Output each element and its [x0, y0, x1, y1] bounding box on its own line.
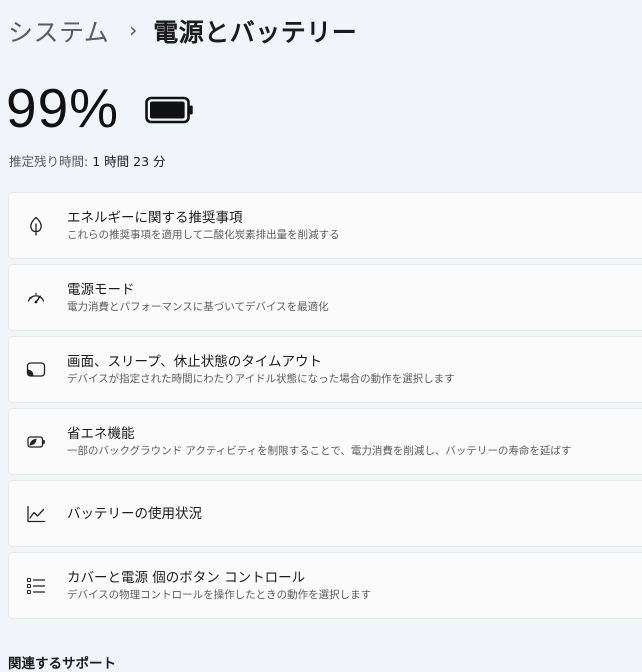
item-title: バッテリーの使用状況: [67, 505, 202, 522]
energy-saver-item[interactable]: 省エネ機能 一部のバックグラウンド アクティビティを制限することで、電力消費を削…: [8, 408, 642, 475]
settings-list: エネルギーに関する推奨事項 これらの推奨事項を適用して二酸化炭素排出量を削減する…: [8, 192, 642, 624]
item-title: エネルギーに関する推奨事項: [67, 209, 243, 226]
screen-sleep-timeout-item[interactable]: 画面、スリープ、休止状態のタイムアウト デバイスが指定された時間にわたりアイドル…: [8, 336, 642, 403]
remaining-value: 1 時間 23 分: [92, 154, 166, 169]
item-subtitle: これらの推奨事項を適用して二酸化炭素排出量を削減する: [67, 228, 340, 241]
item-title: 画面、スリープ、休止状態のタイムアウト: [67, 353, 323, 370]
battery-fill: [150, 101, 185, 119]
battery-status: 99%: [6, 78, 195, 138]
battery-usage-item[interactable]: バッテリーの使用状況: [8, 480, 642, 547]
page-title: 電源とバッテリー: [153, 18, 358, 47]
item-title: 省エネ機能: [67, 425, 135, 442]
screen-sleep-icon: [26, 361, 46, 377]
leaf-icon: [30, 216, 42, 236]
breadcrumb: システム › 電源とバッテリー: [8, 11, 357, 51]
remaining-label: 推定残り時間:: [9, 154, 89, 169]
power-mode-item[interactable]: 電源モード 電力消費とパフォーマンスに基づいてデバイスを最適化: [8, 264, 642, 331]
energy-recommendations-item[interactable]: エネルギーに関する推奨事項 これらの推奨事項を適用して二酸化炭素排出量を削減する: [8, 192, 642, 259]
related-support-heading: 関連するサポート: [8, 656, 116, 672]
breadcrumb-separator-icon: ›: [129, 18, 138, 42]
lid-power-button-controls-item[interactable]: カバーと電源 個のボタン コントロール デバイスの物理コントロールを操作したとき…: [8, 552, 642, 619]
chart-line-icon: [27, 505, 46, 522]
item-title: カバーと電源 個のボタン コントロール: [67, 569, 306, 586]
item-subtitle: 電力消費とパフォーマンスに基づいてデバイスを最適化: [67, 300, 329, 313]
battery-saver-icon: [27, 435, 45, 448]
breadcrumb-parent-system[interactable]: システム: [8, 13, 109, 49]
list-icon: [26, 577, 46, 594]
item-subtitle: 一部のバックグラウンド アクティビティを制限することで、電力消費を削減し、バッテ…: [67, 444, 572, 457]
item-title: 電源モード: [67, 281, 135, 298]
gauge-icon: [27, 292, 45, 303]
battery-icon: [145, 96, 193, 124]
battery-percent: 99%: [6, 77, 120, 139]
item-subtitle: デバイスが指定された時間にわたりアイドル状態になった場合の動作を選択します: [67, 372, 455, 385]
estimated-remaining-time: 推定残り時間: 1 時間 23 分: [9, 151, 166, 170]
item-subtitle: デバイスの物理コントロールを操作したときの動作を選択します: [67, 588, 372, 601]
